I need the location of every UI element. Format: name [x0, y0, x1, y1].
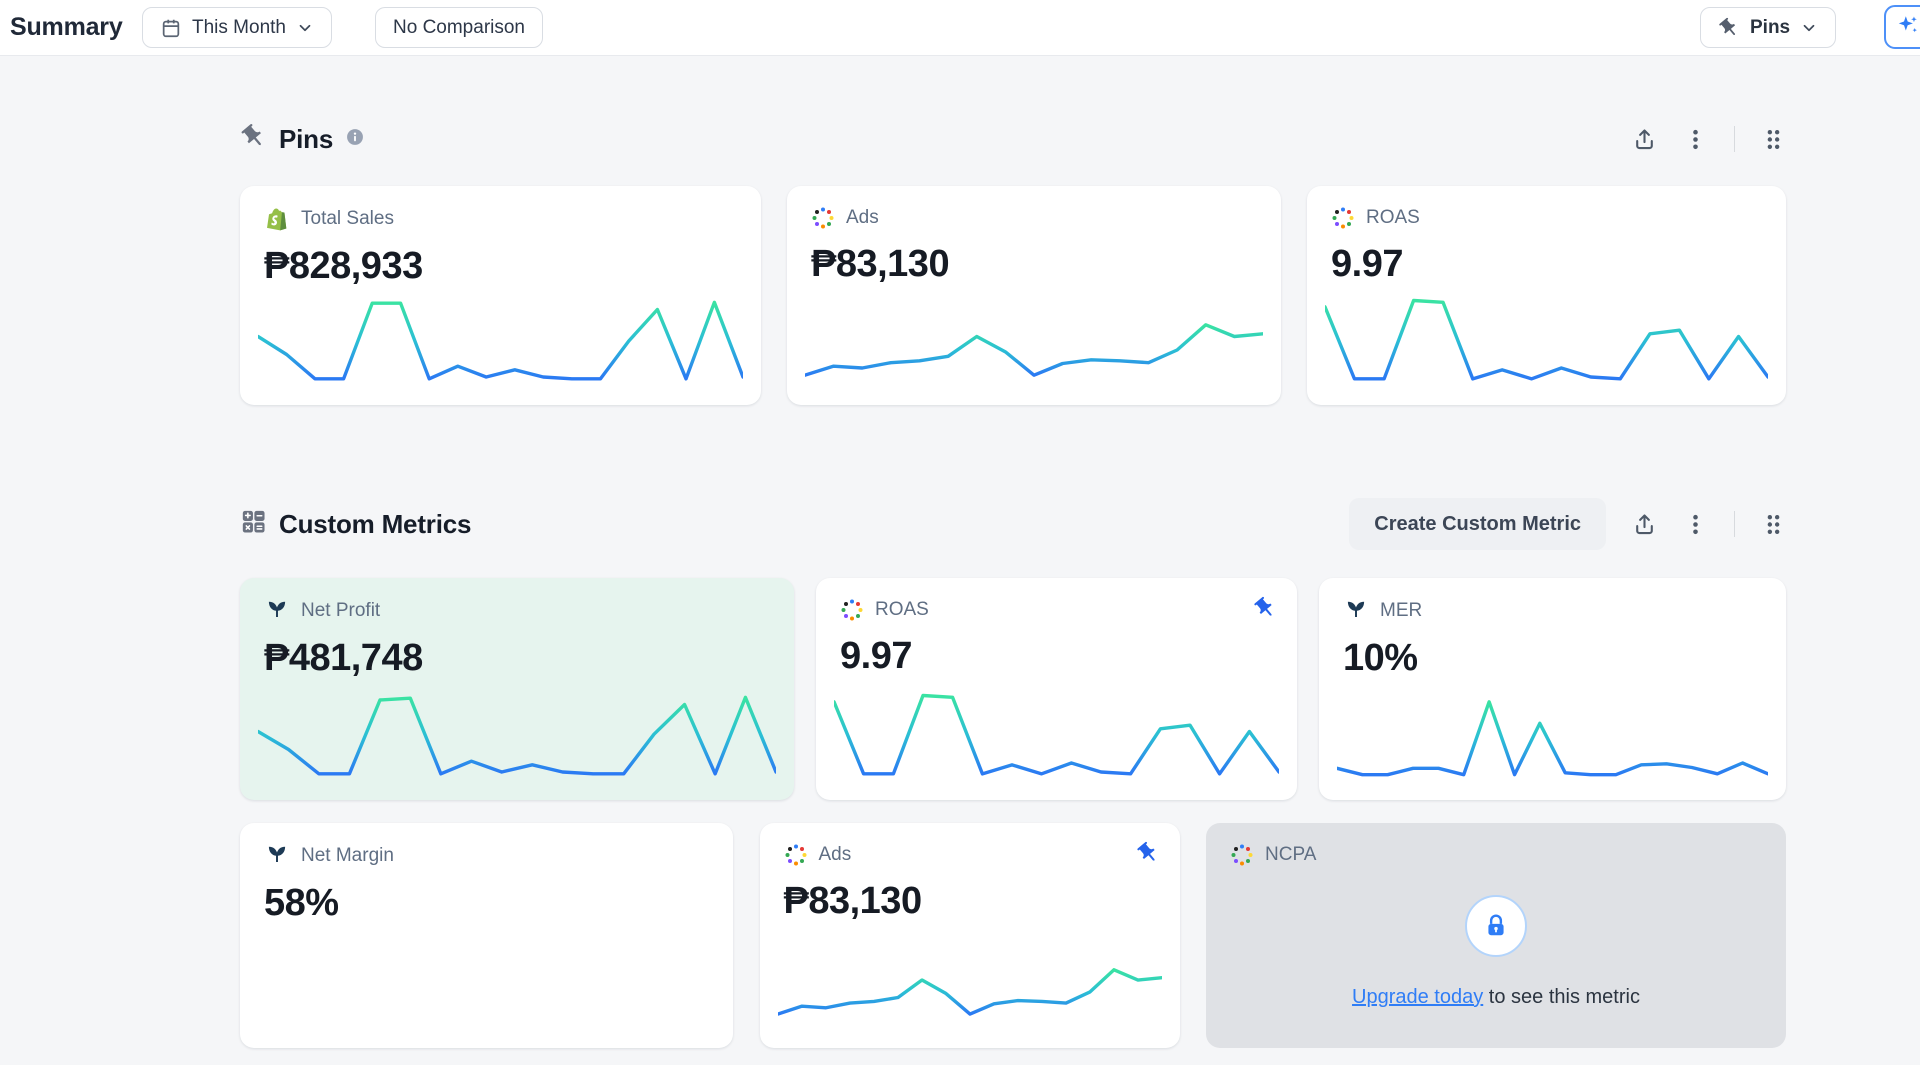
ad-platforms-icon	[1230, 843, 1254, 867]
metric-card-net-profit[interactable]: Net Profit ₱481,748	[240, 578, 794, 800]
export-button[interactable]	[1632, 127, 1657, 152]
ad-platforms-icon	[811, 206, 835, 230]
divider	[1734, 511, 1735, 537]
metric-value: ₱83,130	[811, 243, 1257, 286]
sparkline-chart	[258, 291, 743, 391]
kebab-menu-icon[interactable]	[1683, 127, 1708, 152]
drag-grid-icon[interactable]	[1761, 512, 1786, 537]
upgrade-message-text: to see this metric	[1483, 986, 1640, 1008]
metric-value: ₱83,130	[784, 880, 1156, 923]
metric-label: Net Profit	[301, 600, 380, 622]
metric-label: Total Sales	[301, 208, 394, 230]
metric-value: 9.97	[840, 635, 1273, 678]
divider	[1734, 126, 1735, 152]
sparkline-chart	[778, 940, 1162, 1028]
chevron-down-icon	[1800, 19, 1818, 37]
metric-card-ncpa-locked[interactable]: NCPA Upgrade today to see this metric	[1206, 823, 1786, 1048]
trueprofit-icon	[264, 598, 290, 624]
trueprofit-icon	[264, 843, 290, 869]
metric-value: 9.97	[1331, 243, 1762, 286]
sparkline-chart	[258, 686, 776, 786]
metric-card-ads[interactable]: Ads ₱83,130	[787, 186, 1281, 405]
metric-card-ads-custom[interactable]: Ads ₱83,130	[760, 823, 1180, 1048]
metric-label: ROAS	[1366, 207, 1420, 229]
metric-value: 58%	[264, 882, 709, 925]
ai-assistant-button[interactable]	[1884, 5, 1920, 49]
pins-cards-row: Total Sales ₱828,933 Ads ₱83,130	[240, 186, 1786, 405]
sparkles-icon	[1895, 13, 1920, 42]
date-range-selector[interactable]: This Month	[142, 7, 332, 48]
shopify-icon	[264, 206, 290, 232]
upgrade-today-link[interactable]: Upgrade today	[1352, 986, 1483, 1008]
metric-card-net-margin[interactable]: Net Margin 58%	[240, 823, 733, 1048]
metric-value: 10%	[1343, 637, 1762, 680]
custom-metrics-row-1: Net Profit ₱481,748 ROAS 9	[240, 578, 1786, 800]
export-button[interactable]	[1632, 512, 1657, 537]
page-title: Summary	[10, 13, 123, 42]
metric-label: Net Margin	[301, 845, 394, 867]
comparison-label: No Comparison	[393, 17, 525, 39]
date-range-label: This Month	[192, 17, 286, 39]
metric-label: Ads	[846, 207, 879, 229]
upgrade-message: Upgrade today to see this metric	[1206, 986, 1786, 1009]
metric-card-total-sales[interactable]: Total Sales ₱828,933	[240, 186, 761, 405]
top-bar: Summary This Month No Comparison Pins	[0, 0, 1920, 56]
sparkline-chart	[1337, 686, 1768, 786]
metric-value: ₱481,748	[264, 637, 770, 680]
pushpin-icon	[1718, 17, 1740, 39]
ad-platforms-icon	[784, 843, 808, 867]
pinned-indicator-icon[interactable]	[1136, 841, 1160, 870]
chevron-down-icon	[296, 19, 314, 37]
metric-card-mer[interactable]: MER 10%	[1319, 578, 1786, 800]
custom-metrics-section-header: Custom Metrics Create Custom Metric	[240, 498, 1786, 550]
drag-grid-icon[interactable]	[1761, 127, 1786, 152]
custom-metrics-section-title: Custom Metrics	[279, 509, 471, 540]
calendar-icon	[160, 17, 182, 39]
custom-metrics-row-2: Net Margin 58% Ads ₱83,130	[240, 823, 1786, 1048]
pins-section-header: Pins	[240, 120, 1786, 158]
metric-label: Ads	[819, 844, 852, 866]
metric-label: ROAS	[875, 599, 929, 621]
sparkline-chart	[1325, 291, 1768, 391]
pushpin-icon	[240, 123, 267, 155]
pins-section-title: Pins	[279, 124, 333, 155]
metric-label: NCPA	[1265, 844, 1316, 866]
metric-label: MER	[1380, 600, 1422, 622]
ad-platforms-icon	[840, 598, 864, 622]
info-icon[interactable]	[345, 127, 365, 152]
comparison-selector[interactable]: No Comparison	[375, 7, 543, 48]
metric-card-roas[interactable]: ROAS 9.97	[1307, 186, 1786, 405]
pins-dropdown[interactable]: Pins	[1700, 7, 1836, 48]
sparkline-chart	[805, 291, 1263, 391]
metric-card-roas-custom[interactable]: ROAS 9.97	[816, 578, 1297, 800]
ad-platforms-icon	[1331, 206, 1355, 230]
pinned-indicator-icon[interactable]	[1253, 596, 1277, 625]
kebab-menu-icon[interactable]	[1683, 512, 1708, 537]
metric-value: ₱828,933	[264, 245, 737, 288]
create-custom-metric-button[interactable]: Create Custom Metric	[1349, 498, 1606, 550]
pins-dropdown-label: Pins	[1750, 17, 1790, 39]
summary-dashboard: Summary This Month No Comparison Pins	[0, 0, 1920, 1065]
sparkline-chart	[834, 686, 1279, 786]
custom-metrics-icon	[240, 508, 267, 540]
trueprofit-icon	[1343, 598, 1369, 624]
lock-icon[interactable]	[1465, 895, 1527, 957]
